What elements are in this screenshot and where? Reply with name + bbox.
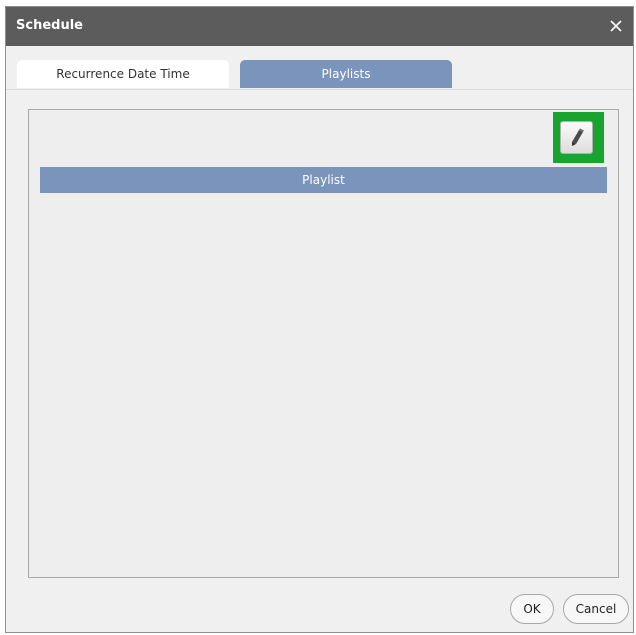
playlist-column-header: Playlist: [40, 167, 607, 193]
ok-button[interactable]: OK: [510, 594, 554, 624]
edit-playlist-button[interactable]: [560, 121, 593, 154]
title-bar: Schedule: [6, 7, 633, 46]
close-button[interactable]: [601, 12, 631, 40]
tab-playlists[interactable]: Playlists: [240, 60, 452, 88]
close-icon: [610, 20, 622, 32]
tab-divider: [6, 89, 633, 90]
pencil-icon: [572, 128, 584, 146]
dialog-title: Schedule: [16, 18, 83, 33]
cancel-button[interactable]: Cancel: [563, 594, 629, 624]
edit-button-highlight: [553, 112, 604, 163]
schedule-dialog: Schedule Recurrence Date Time Playlists …: [5, 6, 634, 633]
playlist-panel: Playlist: [28, 109, 619, 578]
tab-recurrence-date-time[interactable]: Recurrence Date Time: [17, 60, 229, 88]
